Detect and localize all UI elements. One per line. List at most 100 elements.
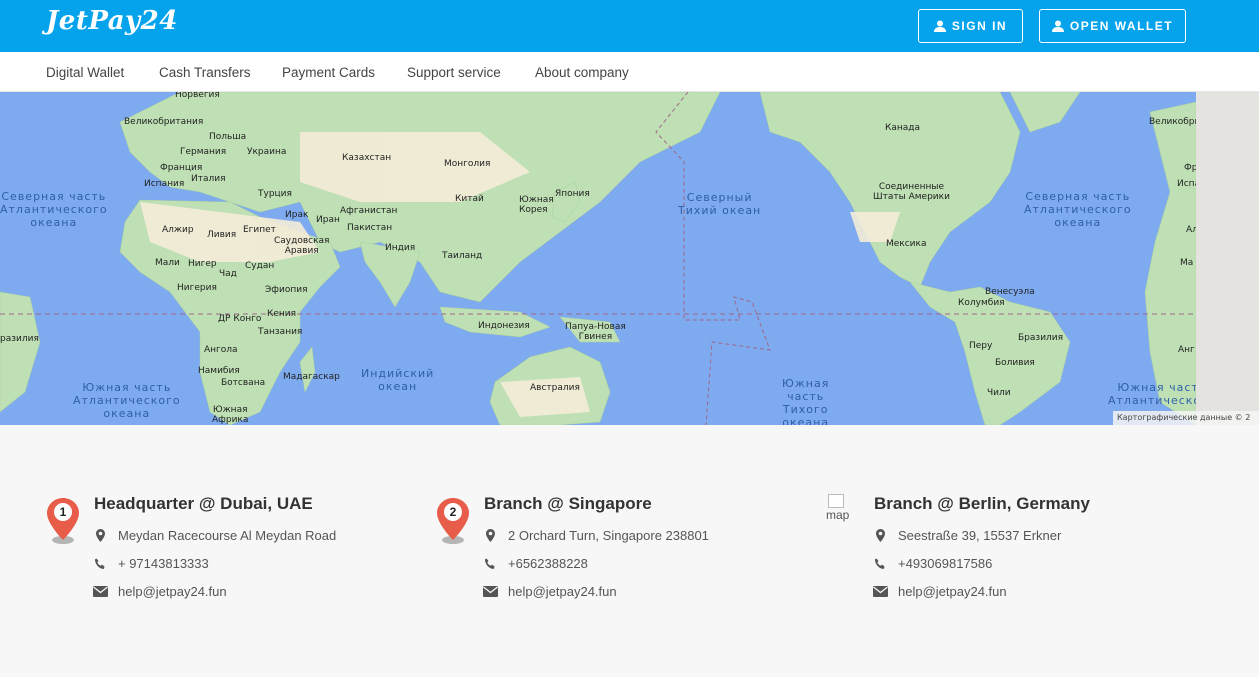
pin-number: 1 bbox=[60, 505, 67, 519]
image-alt-text: map bbox=[826, 508, 850, 522]
ocean-label: Северная часть Атлантического океана bbox=[0, 190, 108, 229]
office-title: Branch @ Berlin, Germany bbox=[874, 494, 1090, 513]
ocean-label: Южная часть Атлантического океана bbox=[73, 381, 181, 420]
office-address: 2 Orchard Turn, Singapore 238801 bbox=[482, 528, 709, 543]
open-wallet-button[interactable]: OPEN WALLET bbox=[1039, 9, 1186, 43]
user-icon bbox=[1051, 20, 1064, 32]
country-label: Китай bbox=[455, 194, 484, 204]
nav-cash-transfers[interactable]: Cash Transfers bbox=[159, 65, 251, 80]
country-label: Австралия bbox=[530, 383, 580, 393]
ocean-label: Северная часть Атлантического океана bbox=[1024, 190, 1132, 229]
address-text: 2 Orchard Turn, Singapore 238801 bbox=[508, 528, 709, 543]
country-label: Иран bbox=[316, 215, 340, 225]
country-label: Ал bbox=[1186, 225, 1196, 235]
pin-number: 2 bbox=[450, 505, 457, 519]
map-credit[interactable]: Картографические данные © 2 bbox=[1113, 411, 1259, 425]
world-map[interactable]: Северная часть Атлантического океана Сев… bbox=[0, 92, 1196, 425]
map-pin-icon: 2 bbox=[437, 498, 469, 544]
country-label: Монголия bbox=[444, 159, 491, 169]
email-text[interactable]: help@jetpay24.fun bbox=[118, 584, 227, 599]
nav-digital-wallet[interactable]: Digital Wallet bbox=[46, 65, 124, 80]
top-header: JetPay24 SIGN IN OPEN WALLET bbox=[0, 0, 1259, 52]
country-label: Ирак bbox=[285, 210, 309, 220]
country-label: Венесуэла bbox=[985, 287, 1035, 297]
office-email: help@jetpay24.fun bbox=[482, 584, 617, 599]
country-label: Афганистан bbox=[340, 206, 398, 216]
map-gray-edge bbox=[1196, 92, 1259, 425]
nav-support-service[interactable]: Support service bbox=[407, 65, 501, 80]
country-label: Южная Корея bbox=[519, 195, 554, 215]
country-label: Боливия bbox=[995, 358, 1035, 368]
country-label: Украина bbox=[247, 147, 287, 157]
country-label: Перу bbox=[969, 341, 993, 351]
country-label: ДР Конго bbox=[218, 314, 262, 324]
phone-icon bbox=[872, 557, 888, 571]
address-text: Seestraße 39, 15537 Erkner bbox=[898, 528, 1062, 543]
main-nav: Digital Wallet Cash Transfers Payment Ca… bbox=[0, 52, 1259, 92]
country-label: Польша bbox=[209, 132, 247, 142]
address-text: Meydan Racecourse Al Meydan Road bbox=[118, 528, 337, 543]
logo[interactable]: JetPay24 bbox=[46, 6, 178, 36]
email-text[interactable]: help@jetpay24.fun bbox=[508, 584, 617, 599]
office-email: help@jetpay24.fun bbox=[872, 584, 1007, 599]
user-icon bbox=[933, 20, 946, 32]
office-phone: +6562388228 bbox=[482, 556, 588, 571]
map-marker-icon bbox=[872, 529, 888, 543]
country-label: Испания bbox=[144, 179, 185, 189]
ocean-label: Индийский океан bbox=[361, 367, 435, 393]
office-email: help@jetpay24.fun bbox=[92, 584, 227, 599]
country-label: Франция bbox=[160, 163, 203, 173]
nav-payment-cards[interactable]: Payment Cards bbox=[282, 65, 375, 80]
country-label: Анг bbox=[1178, 345, 1195, 355]
map-marker-icon bbox=[92, 529, 108, 543]
country-label: Саудовская Аравия bbox=[274, 236, 330, 256]
sign-in-label: SIGN IN bbox=[951, 19, 1008, 33]
country-label: Норвегия bbox=[175, 92, 220, 100]
country-label: Италия bbox=[191, 174, 226, 184]
country-label: Великобри bbox=[1149, 117, 1196, 127]
country-label: Пакистан bbox=[347, 223, 393, 233]
phone-text[interactable]: + 97143813333 bbox=[118, 556, 209, 571]
country-label: Кения bbox=[267, 309, 297, 319]
envelope-icon bbox=[872, 585, 888, 599]
country-label: Япония bbox=[555, 189, 590, 199]
country-label: Колумбия bbox=[958, 298, 1005, 308]
country-label: Чили bbox=[987, 388, 1011, 398]
country-label: Эфиопия bbox=[265, 285, 308, 295]
nav-about-company[interactable]: About company bbox=[535, 65, 629, 80]
country-label: Папуа-Новая Гвинея bbox=[565, 322, 626, 342]
country-label: Турция bbox=[258, 189, 292, 199]
country-label: разилия bbox=[0, 334, 39, 344]
country-label: Канада bbox=[885, 123, 921, 133]
map-pin-icon: 1 bbox=[47, 498, 79, 544]
envelope-icon bbox=[92, 585, 108, 599]
ocean-label: Южная часть Атлантического bbox=[1108, 381, 1196, 407]
phone-text[interactable]: +6562388228 bbox=[508, 556, 588, 571]
open-wallet-label: OPEN WALLET bbox=[1069, 19, 1174, 33]
office-address: Meydan Racecourse Al Meydan Road bbox=[92, 528, 336, 543]
country-label: Ма bbox=[1180, 258, 1194, 268]
country-label: Великобритания bbox=[124, 117, 204, 127]
phone-icon bbox=[92, 557, 108, 571]
country-label: Ангола bbox=[204, 345, 238, 355]
country-label: Южная Африка bbox=[212, 405, 249, 425]
map-marker-icon bbox=[482, 529, 498, 543]
country-label: Фр bbox=[1184, 163, 1196, 173]
country-label: Таиланд bbox=[442, 251, 483, 261]
country-label: Бразилия bbox=[1018, 333, 1064, 343]
country-label: Алжир bbox=[162, 225, 194, 235]
broken-image: map bbox=[826, 494, 860, 534]
country-label: Мадагаскар bbox=[283, 372, 340, 382]
country-label: Танзания bbox=[258, 327, 303, 337]
email-text[interactable]: help@jetpay24.fun bbox=[898, 584, 1007, 599]
country-label: Мексика bbox=[886, 239, 927, 249]
ocean-label: Северный Тихий океан bbox=[678, 191, 762, 217]
country-label: Индонезия bbox=[478, 321, 530, 331]
country-label: Ботсвана bbox=[221, 378, 266, 388]
country-label: Казахстан bbox=[342, 153, 392, 163]
phone-text[interactable]: +493069817586 bbox=[898, 556, 992, 571]
envelope-icon bbox=[482, 585, 498, 599]
country-label: Соединенные Штаты Америки bbox=[873, 182, 950, 202]
sign-in-button[interactable]: SIGN IN bbox=[918, 9, 1023, 43]
ocean-label: Южная часть Тихого океана bbox=[782, 377, 830, 425]
